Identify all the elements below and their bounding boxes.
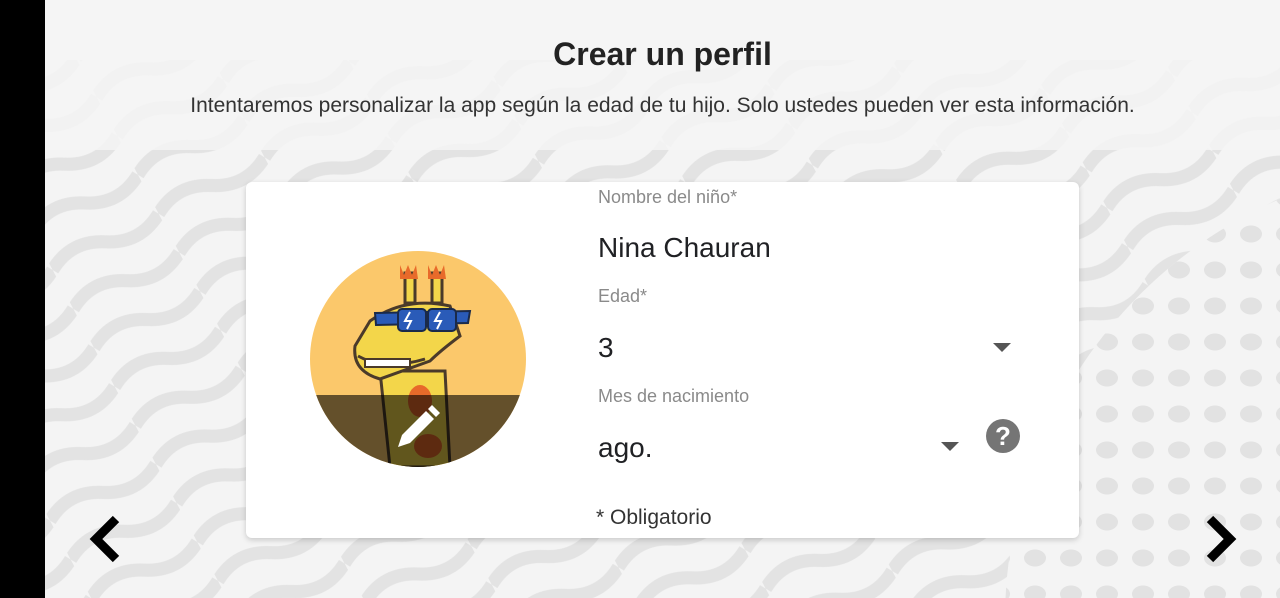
age-field-label: Edad* [598,286,648,306]
back-button[interactable] [86,514,126,564]
help-icon[interactable]: ? [986,419,1020,453]
age-dropdown[interactable]: 3 [598,332,1018,364]
chevron-down-icon[interactable] [941,442,959,451]
page-subtitle: Intentaremos personalizar la app según l… [190,94,1135,117]
page-title: Crear un perfil [553,36,772,72]
pencil-icon [398,405,440,447]
birth-month-label: Mes de nacimiento [598,386,750,406]
name-field[interactable]: Nina Chauran [598,232,771,264]
system-edge-bar [0,0,45,598]
required-note: * Obligatorio [596,506,712,529]
name-field-label: Nombre del niño* [598,187,738,207]
avatar-button[interactable] [310,251,526,467]
birth-month-dropdown[interactable]: ago. [598,432,963,464]
chevron-down-icon[interactable] [993,343,1011,352]
next-button[interactable] [1200,514,1240,564]
profile-card: Nombre del niño* Nina Chauran Edad* 3 Me… [246,182,1079,538]
